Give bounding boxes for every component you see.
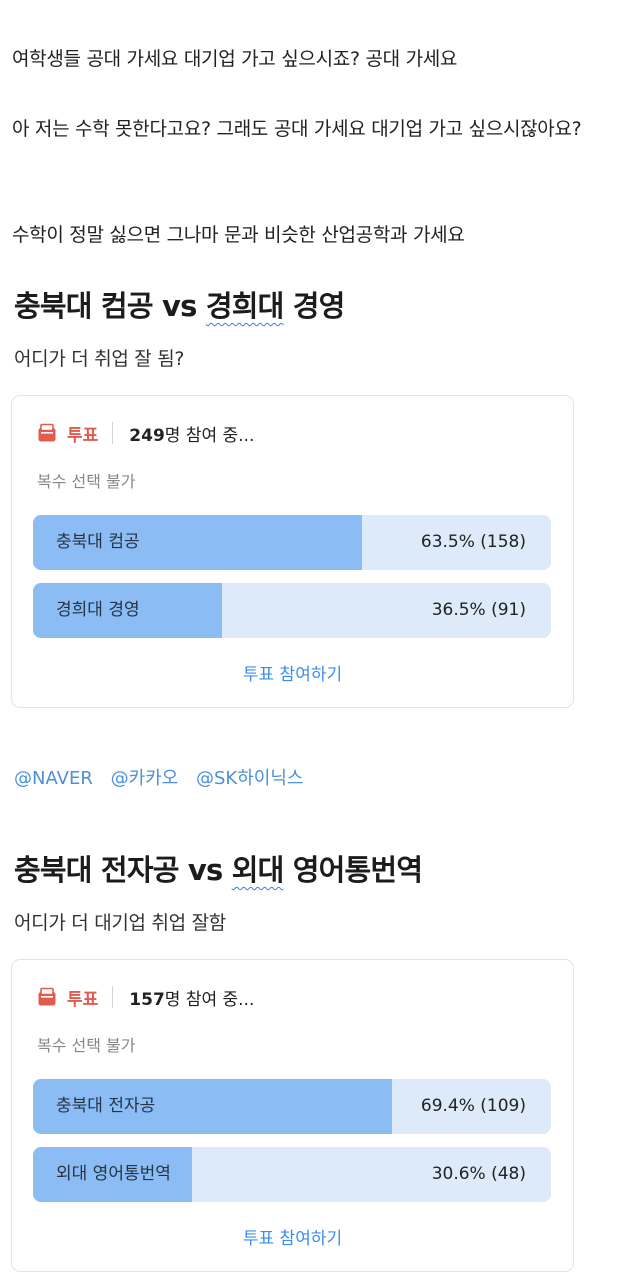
tag-list: @NAVER @카카오 @SK하이닉스 (14, 764, 315, 790)
intro-line-2: 아 저는 수학 못한다고요? 그래도 공대 가세요 대기업 가고 싶으시잖아요? (12, 118, 582, 140)
poll-option-result: 36.5% (91) (431, 600, 526, 620)
intro-line-3: 수학이 정말 싫으면 그나마 문과 비슷한 산업공학과 가세요 (12, 224, 465, 246)
count-number: 249 (129, 425, 165, 446)
poll-option-result: 30.6% (48) (431, 1164, 526, 1184)
tag-link[interactable]: @SK하이닉스 (196, 768, 303, 789)
post-title: 충북대 컴공 vs 경희대 경영 (14, 283, 345, 325)
post-title-part: 영어통번역 (283, 853, 423, 887)
tag-link[interactable]: @NAVER (14, 768, 93, 789)
post-subtitle: 어디가 더 대기업 취업 잘함 (14, 912, 226, 934)
poll-option[interactable]: 충북대 컴공 63.5% (158) (33, 515, 551, 570)
poll-header: 투표 249명 참여 중... (37, 419, 254, 447)
divider (112, 986, 114, 1008)
ballot-box-icon (38, 423, 56, 442)
poll-option[interactable]: 외대 영어통번역 30.6% (48) (33, 1147, 551, 1202)
poll-card: 투표 157명 참여 중... 복수 선택 불가 충북대 전자공 69.4% (… (11, 959, 574, 1272)
single-choice-note: 복수 선택 불가 (37, 472, 136, 491)
join-vote-button[interactable]: 투표 참여하기 (12, 1224, 573, 1249)
poll-option-name: 외대 영어통번역 (56, 1164, 171, 1184)
poll-option-name: 충북대 전자공 (56, 1096, 156, 1116)
post-title-part: 충북대 전자공 vs (14, 853, 232, 887)
count-number: 157 (129, 989, 165, 1010)
join-vote-button[interactable]: 투표 참여하기 (12, 660, 573, 685)
count-suffix: 명 참여 중... (164, 989, 255, 1010)
tag-link[interactable]: @카카오 (111, 768, 179, 789)
post-title-part: 충북대 컴공 vs (14, 289, 206, 323)
post-title-part: 외대 (231, 853, 285, 887)
poll-option-name: 충북대 컴공 (56, 532, 140, 552)
poll-header: 투표 157명 참여 중... (37, 983, 254, 1011)
post-title-part: 경희대 (205, 289, 284, 323)
poll-option[interactable]: 경희대 경영 36.5% (91) (33, 583, 551, 638)
poll-option[interactable]: 충북대 전자공 69.4% (109) (33, 1079, 551, 1134)
participant-count: 157명 참여 중... (129, 985, 254, 1010)
post-title: 충북대 전자공 vs 외대 영어통번역 (14, 847, 423, 889)
participant-count: 249명 참여 중... (129, 421, 254, 446)
poll-label: 투표 (67, 989, 99, 1010)
poll-card: 투표 249명 참여 중... 복수 선택 불가 충북대 컴공 63.5% (1… (11, 395, 574, 708)
single-choice-note: 복수 선택 불가 (37, 1036, 136, 1055)
poll-option-name: 경희대 경영 (56, 600, 140, 620)
poll-option-result: 63.5% (158) (420, 532, 526, 552)
poll-option-result: 69.4% (109) (420, 1096, 526, 1116)
ballot-box-icon (38, 987, 56, 1006)
poll-label: 투표 (67, 425, 99, 446)
divider (112, 422, 114, 444)
post-title-part: 경영 (283, 289, 346, 323)
intro-line-1: 여학생들 공대 가세요 대기업 가고 싶으시죠? 공대 가세요 (12, 48, 458, 70)
count-suffix: 명 참여 중... (164, 425, 255, 446)
post-subtitle: 어디가 더 취업 잘 됨? (14, 348, 185, 370)
